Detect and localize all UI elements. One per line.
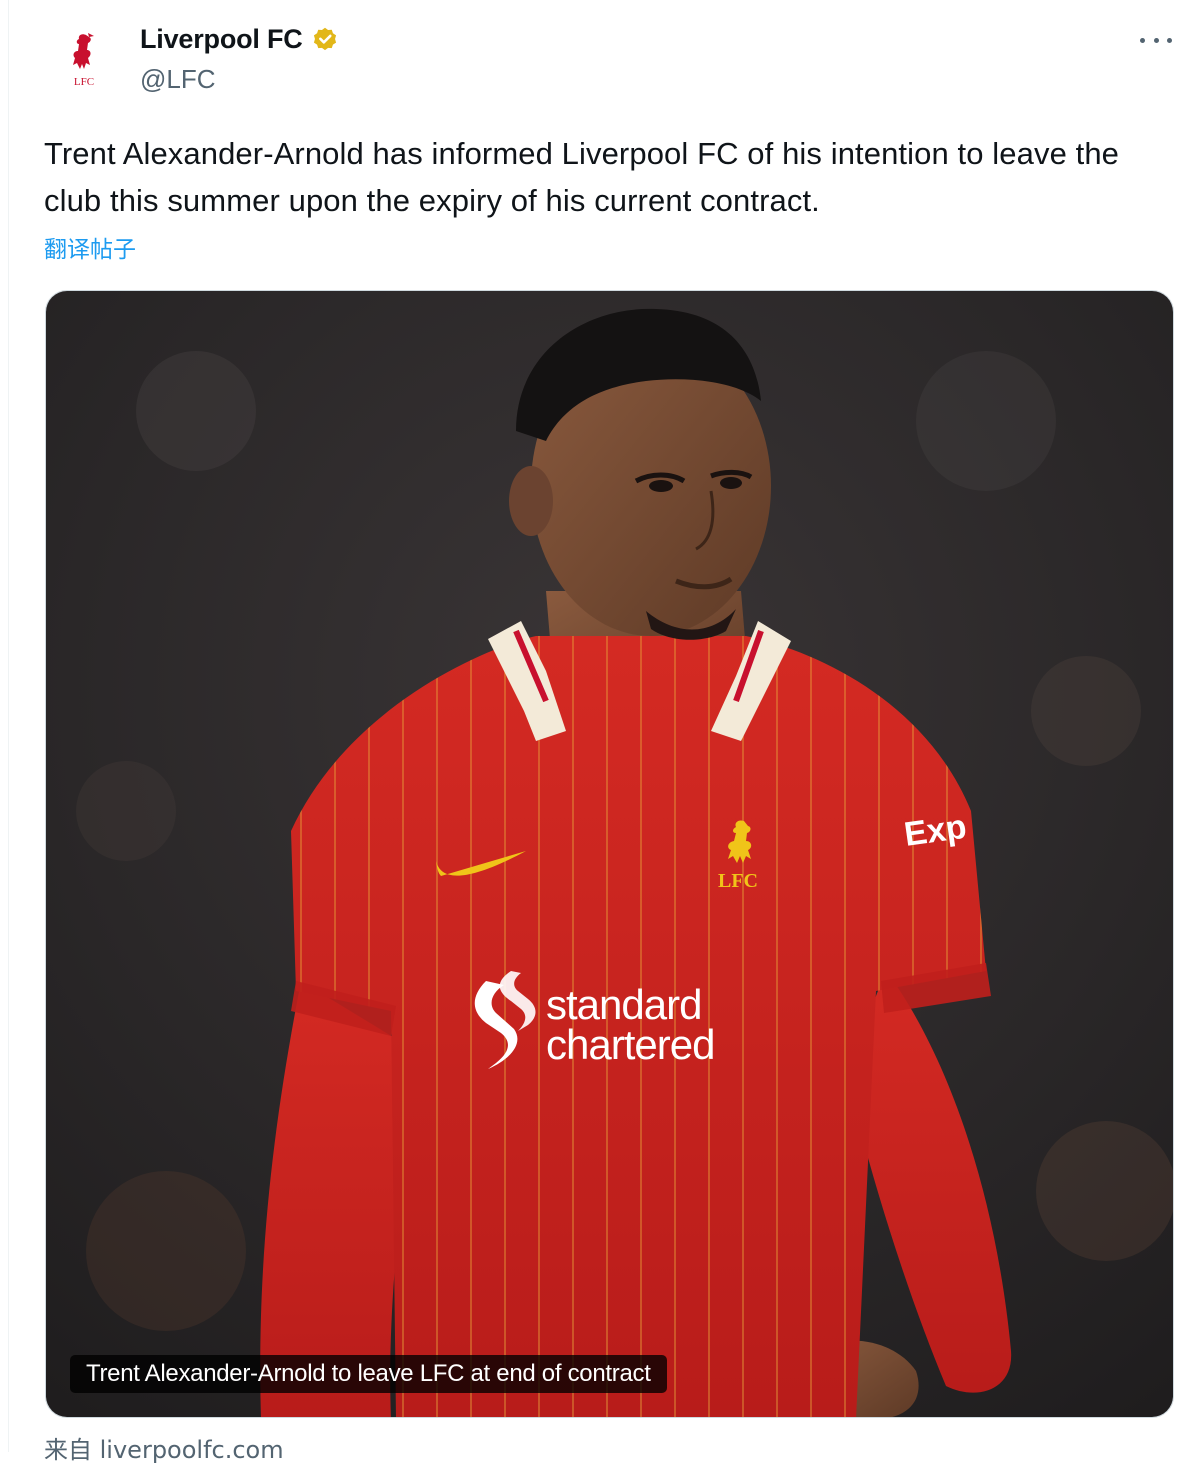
svg-text:LFC: LFC	[74, 76, 94, 88]
liverbird-crest-icon: LFC	[73, 33, 94, 88]
display-name[interactable]: Liverpool FC	[140, 24, 303, 55]
source-domain-link[interactable]: liverpoolfc.com	[100, 1436, 284, 1464]
svg-text:LFC: LFC	[718, 870, 758, 892]
svg-text:chartered: chartered	[546, 1021, 714, 1068]
avatar[interactable]: LFC	[46, 22, 122, 98]
account-name-row: Liverpool FC	[140, 24, 339, 55]
source-prefix: 来自	[44, 1436, 92, 1464]
tweet-text: Trent Alexander-Arnold has informed Live…	[44, 136, 1120, 218]
player-photo: LFC standard chartered Exp	[46, 291, 1173, 1417]
card-source: 来自 liverpoolfc.com	[44, 1430, 284, 1465]
account-handle[interactable]: @LFC	[140, 64, 216, 95]
link-card-image[interactable]: LFC standard chartered Exp Trent Alexand…	[45, 290, 1174, 1418]
translate-post-link[interactable]: 翻译帖子	[44, 230, 136, 264]
timeline-divider	[8, 0, 9, 1452]
verified-badge-icon	[313, 27, 336, 50]
more-options-icon[interactable]	[1140, 24, 1172, 56]
card-caption: Trent Alexander-Arnold to leave LFC at e…	[70, 1355, 667, 1393]
